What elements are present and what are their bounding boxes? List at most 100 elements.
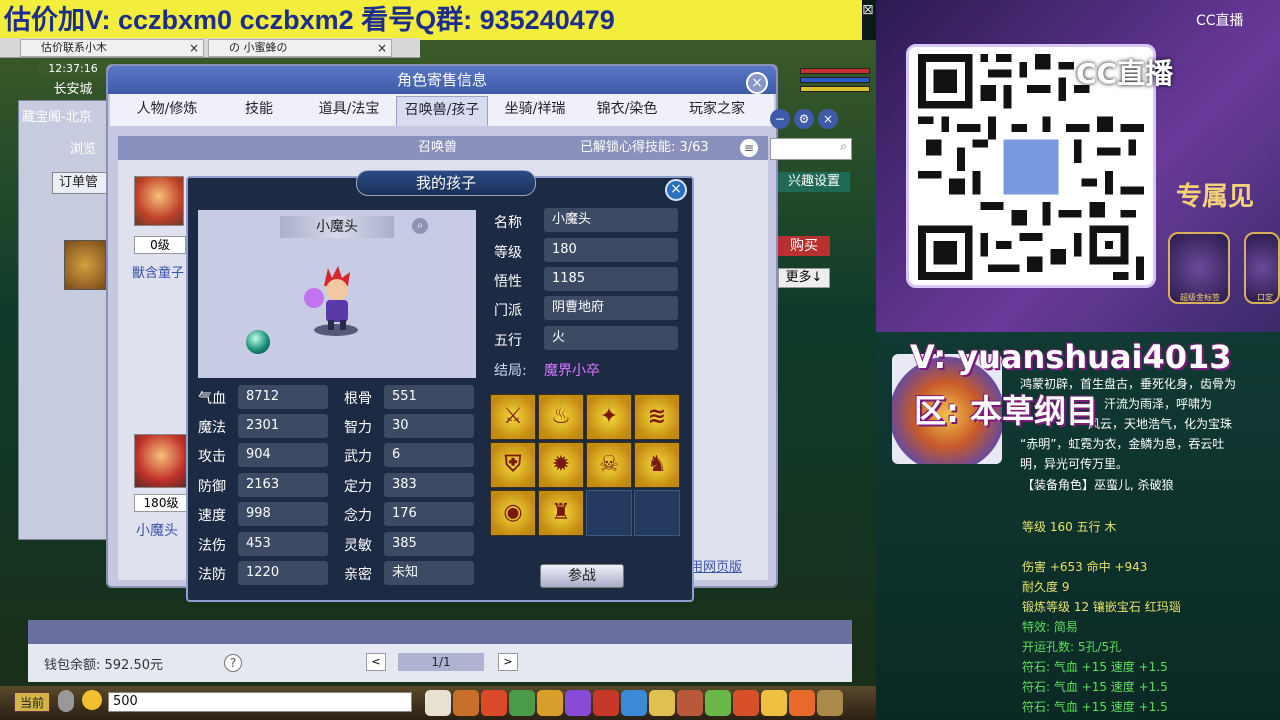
tab-role[interactable]: 人物/修炼 [124,94,210,124]
dialog-tab-bar: 人物/修炼 技能 道具/法宝 召唤兽/孩子 坐骑/祥瑞 锦衣/染色 玩家之家 [110,94,774,126]
hotbar-icon[interactable] [565,690,591,716]
menu-icon[interactable]: ≡ [740,139,758,157]
help-icon[interactable]: ? [224,654,242,672]
item-level: 等级 160 五行 木 [1022,520,1117,534]
tab-items[interactable]: 道具/法宝 [306,94,392,124]
hotbar-icon[interactable] [509,690,535,716]
browse-tab[interactable]: 浏览 [70,138,96,157]
element-orb-icon [246,330,270,354]
close-icon[interactable]: × [746,72,768,94]
tab-summons[interactable]: 召唤兽/孩子 [396,96,488,126]
hotbar-icon[interactable] [621,690,647,716]
info-value: 180 [544,238,678,262]
hotbar [424,686,876,720]
stat-label: 魔法 [198,420,226,436]
tab-outfits[interactable]: 锦衣/染色 [584,94,670,124]
stat-value: 904 [238,443,328,467]
minimize-icon[interactable]: − [770,109,790,129]
hotbar-icon[interactable] [481,690,507,716]
hotbar-icon[interactable] [537,690,563,716]
gift-caption: 超级金标签 [1180,293,1220,302]
skill-icon[interactable]: ✦ [586,394,632,440]
contact-overlay: V: yuanshuai4013 [910,338,1232,376]
cc-watermark: CC直播 [1076,57,1174,90]
browser-tab-2[interactable]: の 小蜜蜂の × [208,39,392,57]
item-forge: 锻炼等级 12 镶嵌宝石 红玛瑙 [1022,600,1181,614]
hotbar-icon[interactable] [705,690,731,716]
stat-value: 6 [384,443,474,467]
stat-value: 176 [384,502,474,526]
wallet-balance: 钱包余额: 592.50元 [44,658,163,673]
item-durability: 耐久度 9 [1022,580,1070,594]
skill-icon[interactable]: ≋ [634,394,680,440]
summon-name[interactable]: 獸含童子 [132,262,184,281]
chat-channel-button[interactable]: 当前 [14,692,50,712]
role-avatar[interactable] [64,240,106,290]
emoji-icon[interactable] [82,690,102,710]
browser-tab-1[interactable]: 估价联系小木 × [20,39,204,57]
banner-close-icon[interactable]: ⊠ [862,2,876,20]
settings-icon[interactable]: ⚙ [794,109,814,129]
tab-skills[interactable]: 技能 [220,94,298,124]
stat-value: 2163 [238,473,328,497]
dialog-title: 角色寄售信息 [396,71,487,89]
section-header: 召唤兽 已解锁心得技能: 3/63 [118,136,768,160]
stat-label: 念力 [344,508,372,524]
skill-icon[interactable]: ◉ [490,490,536,536]
stat-label: 武力 [344,449,372,465]
chat-input[interactable]: 500 [108,692,412,712]
hotbar-icon[interactable] [789,690,815,716]
hotbar-icon[interactable] [425,690,451,716]
item-rune: 符石: 气血 +15 速度 +1.5 [1022,700,1168,714]
tab-home[interactable]: 玩家之家 [674,94,760,124]
close-icon[interactable]: × [189,40,199,56]
search-input[interactable]: ⌕ [770,138,852,160]
skill-icon[interactable]: ♨ [538,394,584,440]
skill-grid: ⚔ ♨ ✦ ≋ ⛨ ✹ ☠ ♞ ◉ ♜ [490,394,682,536]
ending-value: 魔界小卒 [544,363,600,379]
skill-icon[interactable]: ⚔ [490,394,536,440]
close-icon[interactable]: × [665,179,687,201]
hotbar-icon[interactable] [761,690,787,716]
hotbar-icon[interactable] [453,690,479,716]
preview-name: 小魔头 [280,216,394,238]
desc-line: 明，异光可传万里。 [1020,457,1129,471]
stat-value: 385 [384,532,474,556]
item-rune: 符石: 气血 +15 速度 +1.5 [1022,680,1168,694]
hotbar-icon[interactable] [817,690,843,716]
skill-icon[interactable]: ✹ [538,442,584,488]
mp-bar [800,77,870,83]
interest-settings-button[interactable]: 兴趣设置 [778,172,850,192]
summon-level: 0级 [134,236,186,254]
hotbar-icon[interactable] [677,690,703,716]
hotbar-icon[interactable] [649,690,675,716]
close-icon[interactable]: × [818,109,838,129]
skill-icon[interactable]: ♞ [634,442,680,488]
close-icon[interactable]: × [377,40,387,56]
empty-skill-slot [634,490,680,536]
battle-button[interactable]: 参战 [540,564,624,588]
skill-icon[interactable]: ♜ [538,490,584,536]
next-page-button[interactable]: > [498,653,518,671]
more-button[interactable]: 更多↓ [778,268,830,288]
microphone-icon[interactable] [58,690,74,712]
empty-skill-slot [586,490,632,536]
skill-icon[interactable]: ⛨ [490,442,536,488]
skill-icon[interactable]: ☠ [586,442,632,488]
stat-label: 灵敏 [344,538,372,554]
tab-mounts[interactable]: 坐骑/祥瑞 [492,94,578,124]
summon-avatar[interactable] [134,176,184,226]
item-damage: 伤害 +653 命中 +943 [1022,560,1148,574]
browser-tab-label: 估价联系小木 [41,41,107,54]
child-name[interactable]: 小魔头 [136,520,178,540]
zoom-icon[interactable]: ⌕ [412,218,428,234]
prev-page-button[interactable]: < [366,653,386,671]
buy-button[interactable]: 购买 [778,236,830,256]
info-label: 门派 [494,303,522,319]
stat-value: 30 [384,414,474,438]
hotbar-icon[interactable] [733,690,759,716]
info-label: 五行 [494,333,522,349]
child-avatar[interactable] [134,434,188,488]
web-version-link[interactable]: 用网页版 [690,556,742,575]
hotbar-icon[interactable] [593,690,619,716]
